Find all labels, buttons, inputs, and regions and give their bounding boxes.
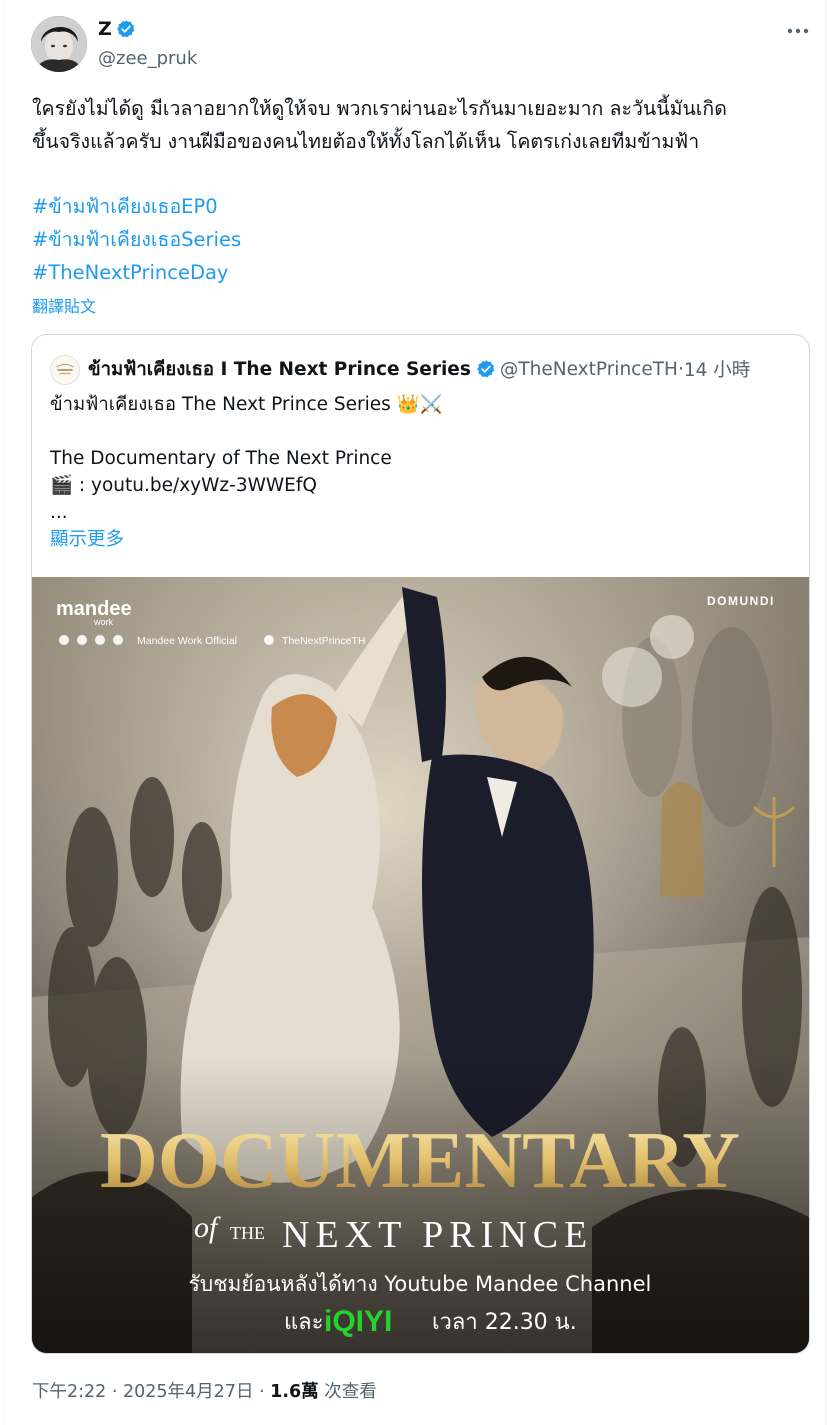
poster-subtitle-main: NEXT PRINCE — [282, 1214, 593, 1256]
quoted-author-avatar[interactable] — [50, 355, 80, 385]
hashtag-link[interactable]: #TheNextPrinceDay — [32, 256, 241, 289]
author-display-name[interactable]: Z — [98, 18, 112, 40]
view-count-label: 次查看 — [318, 1382, 377, 1402]
tweet-text-line: ขึ้นจริงแล้วครับ งานฝีมือของคนไทยต้องให้… — [32, 130, 700, 153]
translate-post-link[interactable]: 翻譯貼文 — [32, 293, 96, 317]
poster-subtitle-of: of — [194, 1211, 221, 1244]
quoted-tweet-card[interactable]: ข้ามฟ้าเคียงเธอ I The Next Prince Series… — [31, 334, 810, 1354]
poster-image[interactable]: mandee work DOMUNDI Mandee Work Official… — [32, 577, 809, 1353]
tweet-time[interactable]: 下午2:22 — [32, 1382, 106, 1402]
quoted-header: ข้ามฟ้าเคียงเธอ I The Next Prince Series… — [88, 355, 750, 383]
tweet-frame: Z @zee_pruk ใครยังไม่ได้ดู มีเวลาอยากให้… — [4, 0, 826, 1425]
verified-badge-icon — [116, 19, 136, 39]
poster-brand-sub: work — [93, 617, 114, 627]
poster-socials-label: Mandee Work Official — [137, 635, 237, 647]
tweet-metadata: 下午2:22 · 2025年4月27日 · 1.6萬 次查看 — [32, 1378, 377, 1403]
quoted-body-spacer — [50, 418, 443, 445]
poster-subtitle-the: THE — [230, 1223, 265, 1243]
author-name-row[interactable]: Z — [98, 18, 136, 40]
hashtag-list: #ข้ามฟ้าเคียงเธอEP0 #ข้ามฟ้าเคียงเธอSeri… — [32, 190, 241, 289]
hashtag-link[interactable]: #ข้ามฟ้าเคียงเธอEP0 — [32, 190, 241, 223]
meta-separator: · — [106, 1382, 124, 1402]
quoted-body-ellipsis: ... — [50, 502, 68, 523]
poster-thai-time: เวลา 22.30 น. — [432, 1310, 577, 1335]
quoted-body-line: ข้ามฟ้าเคียงเธอ The Next Prince Series 👑… — [50, 394, 443, 415]
author-handle[interactable]: @zee_pruk — [98, 48, 197, 69]
quoted-handle[interactable]: @TheNextPrinceTH — [500, 359, 678, 380]
quoted-body-line: The Documentary of The Next Prince — [50, 448, 392, 469]
author-avatar[interactable] — [31, 16, 87, 72]
meta-separator: · — [253, 1382, 271, 1402]
tweet-text-line: ใครยังไม่ได้ดู มีเวลาอยากให้ดูให้จบ พวกเ… — [32, 97, 727, 120]
poster-studio-logo: DOMUNDI — [707, 594, 775, 608]
show-more-link[interactable]: 顯示更多 — [50, 525, 124, 551]
poster-iqiyi-logo: iQIYI — [324, 1305, 392, 1338]
quoted-timestamp[interactable]: 14 小時 — [684, 356, 750, 382]
poster-thai-line: รับชมย้อนหลังได้ทาง Youtube Mandee Chann… — [189, 1272, 652, 1296]
view-count: 1.6萬 — [270, 1382, 319, 1402]
poster-thai-and: และ — [284, 1310, 323, 1335]
quoted-body: ข้ามฟ้าเคียงเธอ The Next Prince Series 👑… — [50, 391, 443, 526]
quoted-body-link-line[interactable]: 🎬 : youtu.be/xyWz-3WWEfQ — [50, 472, 443, 499]
hashtag-link[interactable]: #ข้ามฟ้าเคียงเธอSeries — [32, 223, 241, 256]
poster-title: DOCUMENTARY — [100, 1117, 740, 1205]
tweet-date[interactable]: 2025年4月27日 — [123, 1382, 253, 1402]
tweet-text: ใครยังไม่ได้ดู มีเวลาอยากให้ดูให้จบ พวกเ… — [32, 92, 812, 158]
quoted-display-name[interactable]: ข้ามฟ้าเคียงเธอ I The Next Prince Series — [88, 355, 471, 384]
poster-x-handle: TheNextPrinceTH — [282, 635, 365, 647]
verified-badge-icon — [476, 359, 496, 379]
more-horizontal-icon[interactable] — [783, 20, 813, 42]
